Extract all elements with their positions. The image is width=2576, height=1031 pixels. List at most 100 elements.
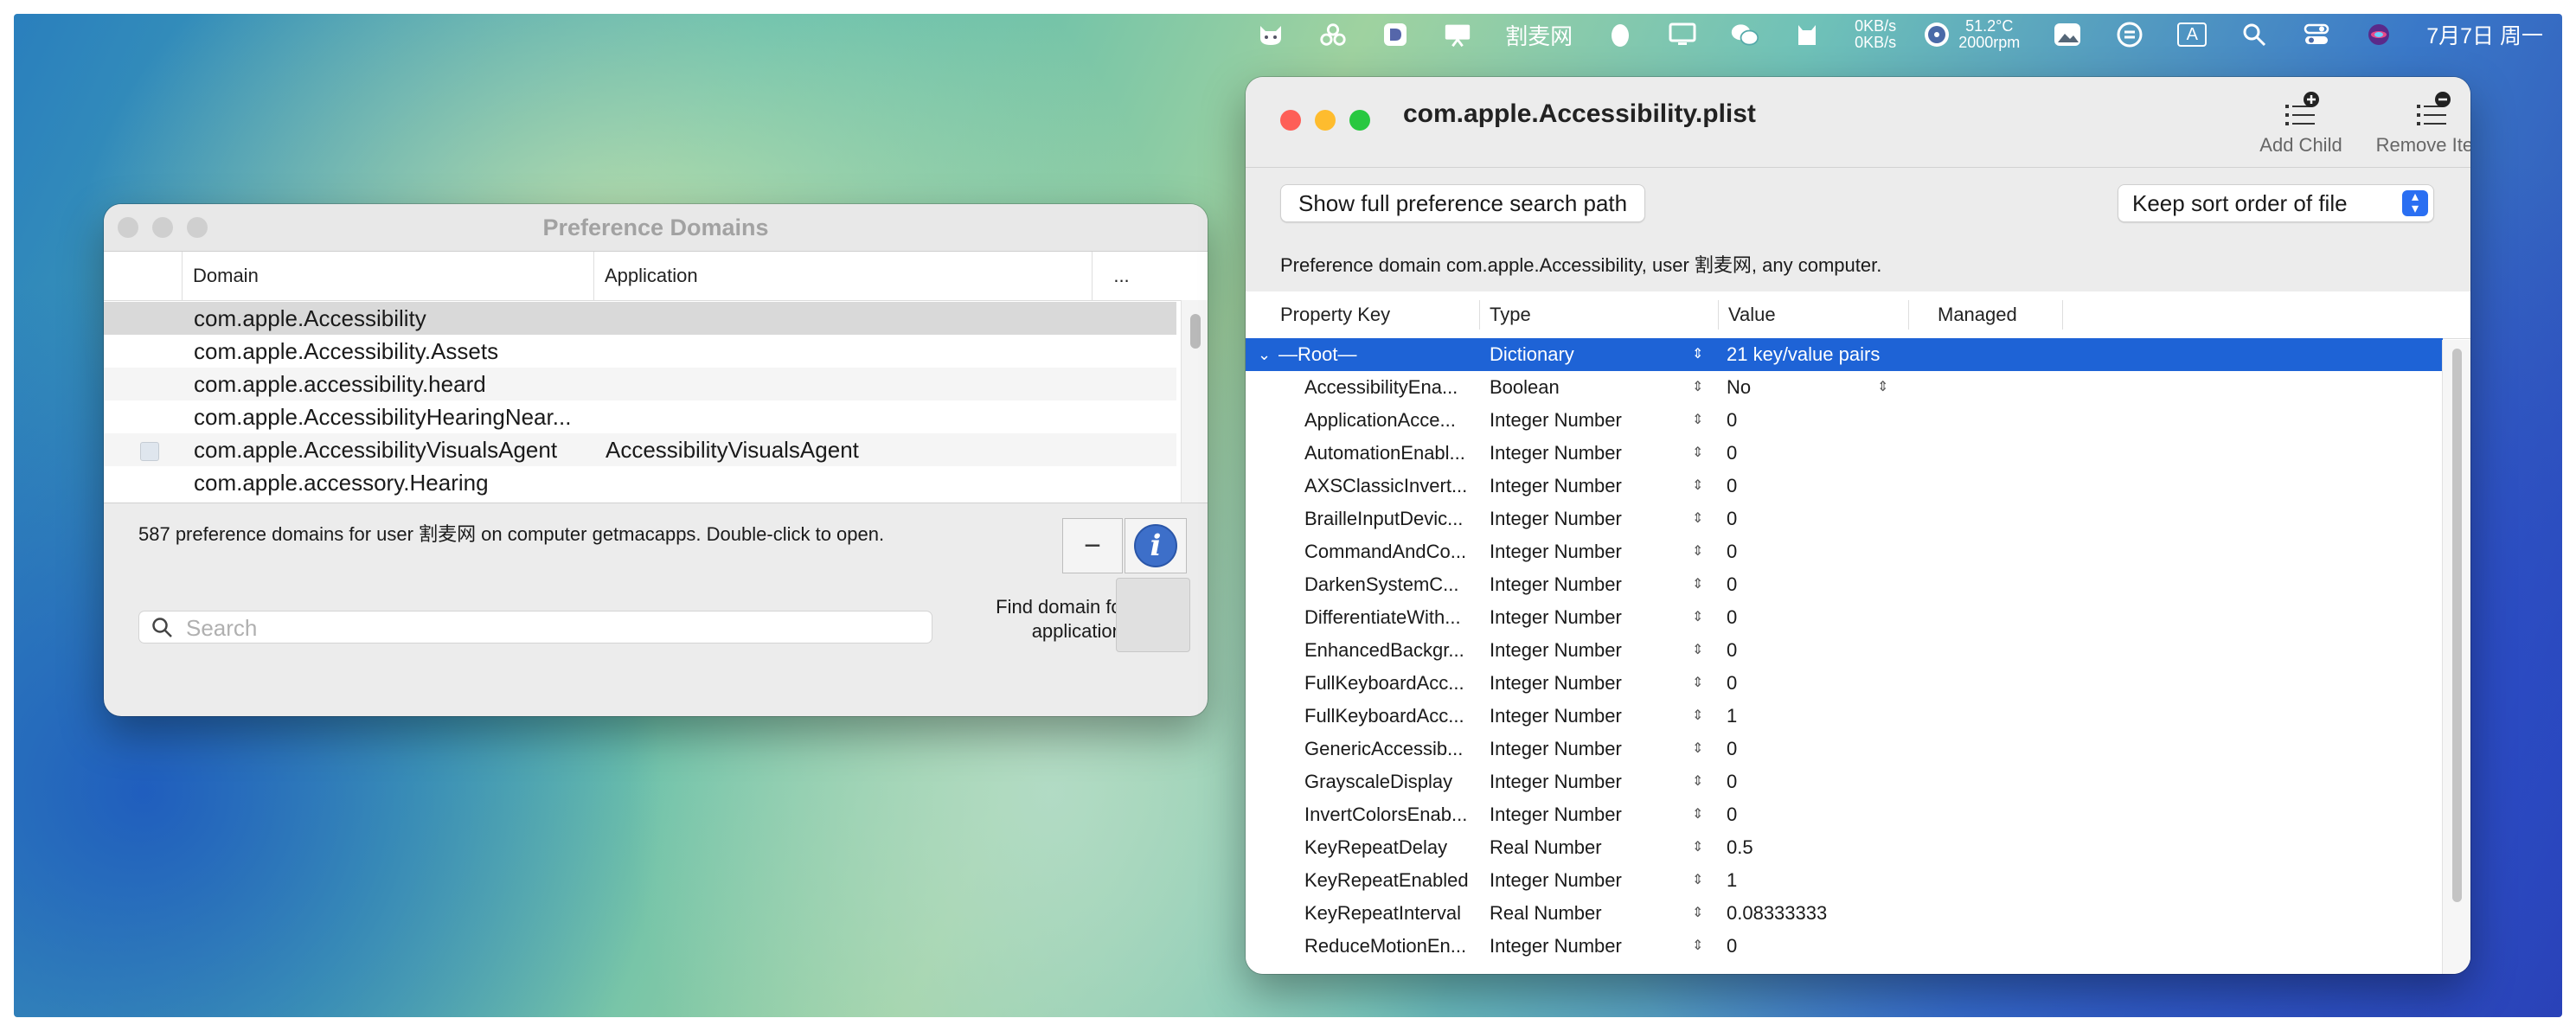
zoom-button[interactable] xyxy=(1349,110,1370,131)
property-value[interactable]: 1 xyxy=(1727,700,1737,733)
domain-row[interactable]: com.apple.accessory.Hearing xyxy=(104,466,1176,499)
property-value[interactable]: 0 xyxy=(1727,568,1737,601)
property-value[interactable]: 1 xyxy=(1727,864,1737,897)
property-value[interactable]: 0 xyxy=(1727,733,1737,765)
column-header-type[interactable]: Type xyxy=(1490,291,1531,338)
type-popup-arrows-icon[interactable]: ⇕ xyxy=(1692,338,1703,371)
remove-item-button[interactable]: Remove Item xyxy=(2372,91,2470,157)
column-header-domain[interactable]: Domain xyxy=(182,252,593,300)
scrollbar-thumb[interactable] xyxy=(2452,349,2462,902)
plist-row[interactable]: DifferentiateWith... Integer Number ⇕ 0 xyxy=(1246,601,2443,634)
search-input[interactable]: Search xyxy=(138,611,932,644)
cat-silhouette-icon[interactable] xyxy=(1792,22,1822,48)
type-popup-arrows-icon[interactable]: ⇕ xyxy=(1692,765,1703,798)
input-method-icon[interactable]: A xyxy=(2177,22,2208,48)
plist-row[interactable]: FullKeyboardAcc... Integer Number ⇕ 0 xyxy=(1246,667,2443,700)
window-titlebar[interactable]: Preference Domains xyxy=(104,204,1208,252)
property-value[interactable]: 0 xyxy=(1727,930,1737,963)
row-checkbox[interactable] xyxy=(140,442,159,461)
vertical-scrollbar[interactable] xyxy=(1181,300,1208,503)
network-speed[interactable]: 0KB/s 0KB/s xyxy=(1855,18,1896,51)
application-drop-well[interactable] xyxy=(1116,578,1190,652)
root-row[interactable]: ⌄ —Root— Dictionary ⇕ 21 key/value pairs xyxy=(1246,338,2443,371)
type-popup-arrows-icon[interactable]: ⇕ xyxy=(1692,601,1703,634)
property-value[interactable]: 0.5 xyxy=(1727,831,1753,864)
property-value[interactable]: 0 xyxy=(1727,535,1737,568)
property-value[interactable]: 0 xyxy=(1727,765,1737,798)
type-popup-arrows-icon[interactable]: ⇕ xyxy=(1692,470,1703,503)
plist-row[interactable]: DarkenSystemC... Integer Number ⇕ 0 xyxy=(1246,568,2443,601)
type-popup-arrows-icon[interactable]: ⇕ xyxy=(1692,667,1703,700)
plist-row[interactable]: KeyRepeatEnabled Integer Number ⇕ 1 xyxy=(1246,864,2443,897)
control-center-icon[interactable] xyxy=(2302,22,2331,48)
type-popup-arrows-icon[interactable]: ⇕ xyxy=(1692,831,1703,864)
remove-domain-button[interactable]: − xyxy=(1062,518,1123,573)
plist-row[interactable]: AutomationEnabl... Integer Number ⇕ 0 xyxy=(1246,437,2443,470)
property-value[interactable]: 0 xyxy=(1727,798,1737,831)
disclosure-chevron-icon[interactable]: ⌄ xyxy=(1258,338,1271,371)
property-value[interactable]: No xyxy=(1727,371,1751,404)
domain-row[interactable]: com.apple.AccessibilityHearingNear... xyxy=(104,400,1176,433)
column-header-key[interactable]: Property Key xyxy=(1280,291,1390,338)
plist-row[interactable]: KeyRepeatInterval Real Number ⇕ 0.08333333 xyxy=(1246,897,2443,930)
plist-row[interactable]: ReduceMotionEn... Integer Number ⇕ 0 xyxy=(1246,930,2443,963)
value-popup-arrows-icon[interactable]: ⇕ xyxy=(1877,371,1888,404)
type-popup-arrows-icon[interactable]: ⇕ xyxy=(1692,930,1703,963)
plist-row[interactable]: InvertColorsEnab... Integer Number ⇕ 0 xyxy=(1246,798,2443,831)
column-header-managed[interactable]: Managed xyxy=(1938,291,2017,338)
plist-row[interactable]: GrayscaleDisplay Integer Number ⇕ 0 xyxy=(1246,765,2443,798)
column-header-more[interactable]: ... xyxy=(1092,252,1150,300)
plist-row[interactable]: AXSClassicInvert... Integer Number ⇕ 0 xyxy=(1246,470,2443,503)
column-header-application[interactable]: Application xyxy=(593,252,1092,300)
rings-icon[interactable] xyxy=(1318,22,1348,48)
presentation-icon[interactable] xyxy=(1443,22,1472,48)
plist-row[interactable]: CommandAndCo... Integer Number ⇕ 0 xyxy=(1246,535,2443,568)
type-popup-arrows-icon[interactable]: ⇕ xyxy=(1692,733,1703,765)
menubar-app-name[interactable]: 割麦网 xyxy=(1505,19,1573,51)
property-value[interactable]: 0 xyxy=(1727,404,1737,437)
info-button[interactable]: i xyxy=(1125,518,1187,573)
wechat-icon[interactable] xyxy=(1730,22,1759,48)
type-popup-arrows-icon[interactable]: ⇕ xyxy=(1692,700,1703,733)
type-popup-arrows-icon[interactable]: ⇕ xyxy=(1692,404,1703,437)
scrollbar-thumb[interactable] xyxy=(1190,314,1201,349)
type-popup-arrows-icon[interactable]: ⇕ xyxy=(1692,798,1703,831)
type-popup-arrows-icon[interactable]: ⇕ xyxy=(1692,897,1703,930)
sensor-readout[interactable]: 51.2°C 2000rpm xyxy=(1922,18,2020,51)
close-button[interactable] xyxy=(1280,110,1301,131)
type-popup-arrows-icon[interactable]: ⇕ xyxy=(1692,437,1703,470)
window-toolbar[interactable]: com.apple.Accessibility.plist Add Child … xyxy=(1246,77,2470,168)
show-search-path-button[interactable]: Show full preference search path xyxy=(1280,184,1646,222)
type-popup-arrows-icon[interactable]: ⇕ xyxy=(1692,503,1703,535)
type-popup-arrows-icon[interactable]: ⇕ xyxy=(1692,864,1703,897)
domain-row[interactable]: com.apple.Accessibility xyxy=(104,302,1176,335)
domain-row[interactable]: com.apple.Accessibility.Assets xyxy=(104,335,1176,368)
type-popup-arrows-icon[interactable]: ⇕ xyxy=(1692,371,1703,404)
type-popup-arrows-icon[interactable]: ⇕ xyxy=(1692,535,1703,568)
domain-row[interactable]: com.apple.AccessibilityVisualsAgent Acces… xyxy=(104,433,1176,466)
sync-icon[interactable] xyxy=(2115,22,2144,48)
type-popup-arrows-icon[interactable]: ⇕ xyxy=(1692,568,1703,601)
plist-row[interactable]: EnhancedBackgr... Integer Number ⇕ 0 xyxy=(1246,634,2443,667)
monitor-icon[interactable] xyxy=(1668,22,1697,48)
cat-face-icon[interactable] xyxy=(1256,22,1285,48)
property-value[interactable]: 0.08333333 xyxy=(1727,897,1827,930)
plist-row[interactable]: GenericAccessib... Integer Number ⇕ 0 xyxy=(1246,733,2443,765)
property-value[interactable]: 0 xyxy=(1727,667,1737,700)
minimize-button[interactable] xyxy=(1315,110,1336,131)
sort-order-select[interactable]: Keep sort order of file ▴ ▾ xyxy=(2118,184,2434,222)
property-value[interactable]: 0 xyxy=(1727,437,1737,470)
add-child-button[interactable]: Add Child xyxy=(2249,91,2353,157)
plist-row[interactable]: KeyRepeatDelay Real Number ⇕ 0.5 xyxy=(1246,831,2443,864)
property-value[interactable]: 0 xyxy=(1727,503,1737,535)
plist-row[interactable]: FullKeyboardAcc... Integer Number ⇕ 1 xyxy=(1246,700,2443,733)
property-value[interactable]: 0 xyxy=(1727,634,1737,667)
type-popup-arrows-icon[interactable]: ⇕ xyxy=(1692,634,1703,667)
photo-icon[interactable] xyxy=(2053,22,2082,48)
menubar-clock[interactable]: 7月7日 周一 xyxy=(2426,19,2543,50)
penguin-icon[interactable] xyxy=(1605,22,1635,48)
spotlight-search-icon[interactable] xyxy=(2240,22,2269,48)
column-header-value[interactable]: Value xyxy=(1728,291,1776,338)
vertical-scrollbar[interactable] xyxy=(2442,340,2470,974)
plist-row[interactable]: BrailleInputDevic... Integer Number ⇕ 0 xyxy=(1246,503,2443,535)
